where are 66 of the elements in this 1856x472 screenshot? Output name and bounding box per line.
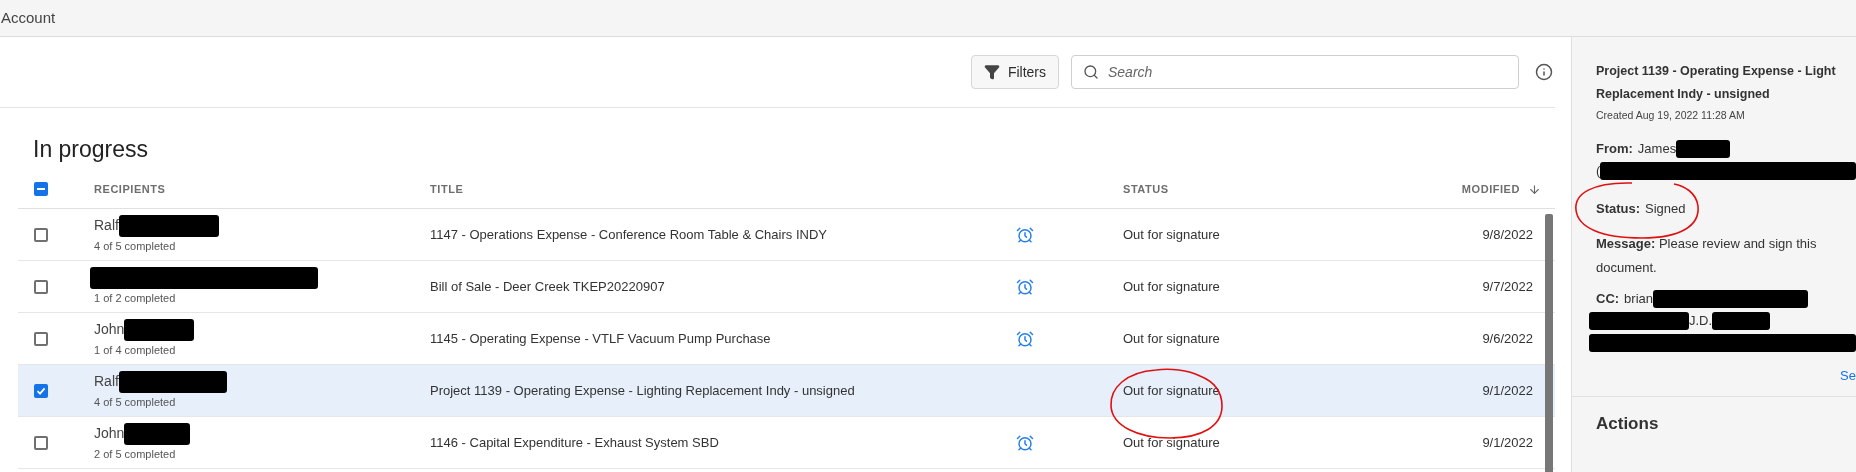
redaction-bar [1676,139,1731,158]
agreement-title: Bill of Sale - Deer Creek TKEP20220907 [430,277,666,296]
status-text: Out for signature [1123,433,1221,452]
redaction-bar [1712,311,1771,330]
actions-heading: Actions [1596,413,1659,433]
cc-recipient: brian [1624,290,1654,308]
redaction-bar [124,422,191,445]
message-text: Message: Please review and sign this document. [1596,234,1818,277]
created-date: Created Aug 19, 2022 11:28 AM [1596,108,1746,123]
alarm-clock-icon[interactable] [1016,225,1034,244]
document-title: Replacement Indy - unsigned [1596,86,1771,103]
filter-icon [983,64,1000,80]
sender-name: James [1637,140,1677,158]
search-icon [1083,64,1099,80]
page-title: Account [1,7,56,28]
table-row[interactable]: Ralf 4 of 5 completed Project 1139 - Operating Expense - Lighting Replacement Indy - unsigned Out for signature 9/1/2022 [18,365,1555,417]
document-title: Project 1139 - Operating Expense - Light [1596,63,1837,80]
completion-text: 4 of 5 completed [94,394,177,410]
agreement-title: Project 1139 - Operating Expense - Lighting Replacement Indy - unsigned [430,381,856,400]
row-checkbox[interactable] [34,383,48,398]
recipient-name: John [94,320,125,340]
status-text: Out for signature [1123,277,1221,296]
sort-arrow-icon[interactable] [1528,182,1541,196]
row-checkbox[interactable] [34,435,48,450]
info-icon[interactable] [1535,63,1553,81]
modified-date: 9/8/2022 [1482,225,1533,244]
sender-email: ( [1596,162,1601,180]
see-more-link[interactable]: Se [1840,365,1856,388]
row-checkbox[interactable] [34,279,48,294]
modified-date: 9/1/2022 [1482,433,1533,452]
status-text: Out for signature [1123,329,1221,348]
status-value: Signed [1645,200,1686,218]
scrollbar-thumb[interactable] [1545,214,1553,472]
modified-date: 9/7/2022 [1482,277,1533,296]
section-title: In progress [33,135,150,164]
agreement-title: 1145 - Operating Expense - VTLF Vacuum Pump Purchase [430,329,772,348]
redaction-bar [124,318,195,341]
search-field[interactable]: Search [1071,55,1519,89]
row-checkbox[interactable] [34,227,48,242]
recipient-name: John [94,424,125,444]
agreement-title: 1146 - Capital Expenditure - Exhaust System SBD [430,433,720,452]
field-label: CC: [1596,290,1620,308]
alarm-clock-icon[interactable] [1016,329,1034,348]
status-text: Out for signature [1123,225,1221,244]
column-header[interactable]: STATUS [1123,182,1169,195]
field-label: Status: [1596,200,1641,218]
alarm-clock-icon[interactable] [1016,433,1034,452]
completion-text: 1 of 4 completed [94,342,177,358]
column-header[interactable]: RECIPIENTS [94,182,166,195]
completion-text: 4 of 5 completed [94,238,177,254]
column-header[interactable]: TITLE [430,182,464,195]
modified-date: 9/1/2022 [1482,381,1533,400]
status-text: Out for signature [1123,381,1221,400]
recipient-name: Ralf [94,216,119,236]
select-all-checkbox[interactable] [34,182,48,196]
row-checkbox[interactable] [34,331,48,346]
completion-text: 1 of 2 completed [94,290,177,306]
alarm-clock-icon[interactable] [1016,277,1034,296]
filters-button[interactable]: Filters [970,55,1059,89]
agreement-title: 1147 - Operations Expense - Conference Room Table & Chairs INDY [430,225,828,244]
cc-recipient: J.D. [1689,312,1713,330]
completion-text: 2 of 5 completed [94,446,177,462]
column-header[interactable]: MODIFIED [1461,180,1520,198]
modified-date: 9/6/2022 [1482,329,1533,348]
field-label: From: [1596,140,1633,158]
recipient-name: Ralf [94,372,119,392]
